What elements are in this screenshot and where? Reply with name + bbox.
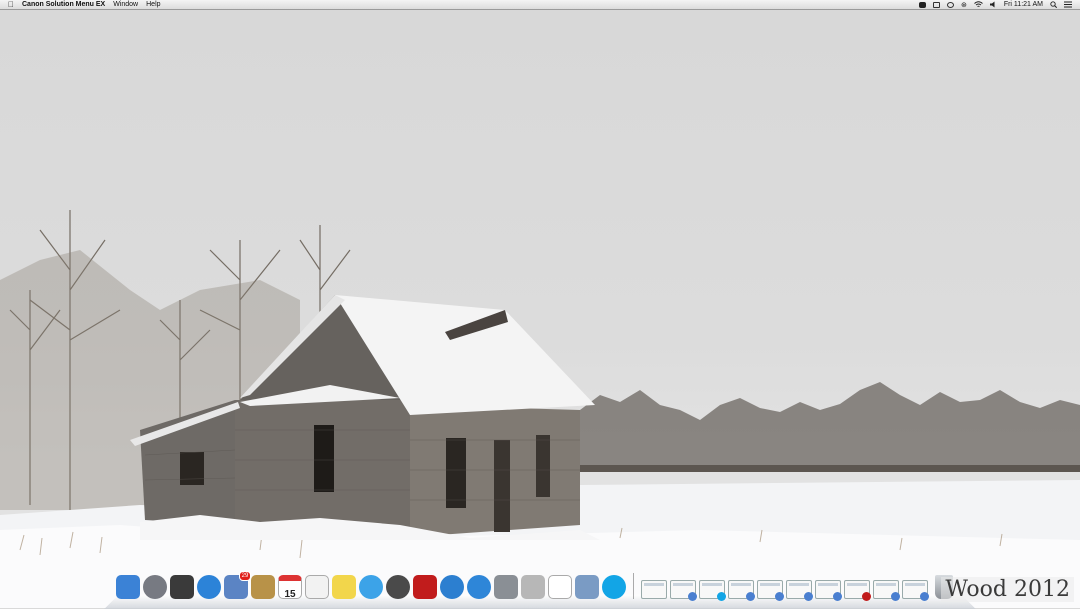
dock-separator <box>633 573 634 599</box>
minimized-document-icon[interactable] <box>815 580 842 601</box>
finder-icon[interactable] <box>116 575 140 599</box>
itunes-icon[interactable] <box>440 575 464 599</box>
window-app-badge-icon <box>688 592 697 601</box>
window-app-badge-icon <box>804 592 813 601</box>
app-store-icon[interactable] <box>467 575 491 599</box>
mail-badge: 29 <box>239 571 251 581</box>
skype-icon[interactable] <box>602 575 626 599</box>
calendar-date: 15 <box>284 589 296 600</box>
numbers-icon[interactable] <box>548 575 572 599</box>
contacts-icon[interactable] <box>251 575 275 599</box>
wallpaper-image <box>0 210 1080 608</box>
textedit-icon[interactable] <box>305 575 329 599</box>
menu-help[interactable]: Help <box>146 1 160 8</box>
menu-bar:  Canon Solution Menu EX Window Help ⊛ F… <box>0 0 1080 10</box>
minimized-window-icon[interactable] <box>873 580 900 601</box>
automator-icon[interactable] <box>494 575 518 599</box>
skype-status-icon[interactable] <box>918 1 926 8</box>
safari-icon[interactable] <box>197 575 221 599</box>
menu-app-name[interactable]: Canon Solution Menu EX <box>22 1 105 8</box>
window-app-badge-icon <box>775 592 784 601</box>
facetime-icon[interactable] <box>386 575 410 599</box>
minimized-window-icon[interactable] <box>728 580 755 601</box>
minimized-window-icon[interactable] <box>757 580 784 601</box>
clock[interactable]: Fri 11:21 AM <box>1004 1 1043 8</box>
wallpaper-watermark: Wood 2012 <box>941 577 1074 602</box>
wifi-icon[interactable] <box>974 1 983 8</box>
airplay-icon[interactable] <box>932 1 940 8</box>
spotlight-icon[interactable] <box>1050 1 1057 8</box>
minimized-window-icon[interactable] <box>786 580 813 601</box>
window-app-badge-icon <box>717 592 726 601</box>
window-app-badge-icon <box>891 592 900 601</box>
launchpad-icon[interactable] <box>143 575 167 599</box>
minimized-window-skype-icon[interactable] <box>699 580 726 601</box>
dock-items: 29 15 <box>116 571 953 601</box>
minimized-window-icon[interactable] <box>670 580 697 601</box>
minimized-window-icon[interactable] <box>844 580 871 601</box>
dock: 29 15 <box>104 570 976 609</box>
photo-booth-icon[interactable] <box>413 575 437 599</box>
stickies-icon[interactable] <box>332 575 356 599</box>
mission-control-icon[interactable] <box>170 575 194 599</box>
menu-window[interactable]: Window <box>113 1 138 8</box>
minimized-window-icon[interactable] <box>902 580 929 601</box>
bluetooth-icon[interactable]: ⊛ <box>961 1 967 9</box>
mail-icon[interactable]: 29 <box>224 571 251 599</box>
calendar-icon[interactable]: 15 <box>278 575 302 600</box>
window-app-badge-icon <box>862 592 871 601</box>
desktop[interactable] <box>0 10 1080 608</box>
window-app-badge-icon <box>833 592 842 601</box>
window-app-badge-icon <box>746 592 755 601</box>
window-app-badge-icon <box>920 592 929 601</box>
document-icon[interactable] <box>641 580 667 599</box>
utility-icon[interactable] <box>521 575 545 599</box>
iphoto-icon[interactable] <box>575 575 599 599</box>
time-machine-icon[interactable] <box>946 1 954 8</box>
messages-icon[interactable] <box>359 575 383 599</box>
apple-menu-icon[interactable]:  <box>8 0 14 9</box>
notification-center-icon[interactable] <box>1064 1 1072 8</box>
volume-icon[interactable] <box>989 1 997 8</box>
